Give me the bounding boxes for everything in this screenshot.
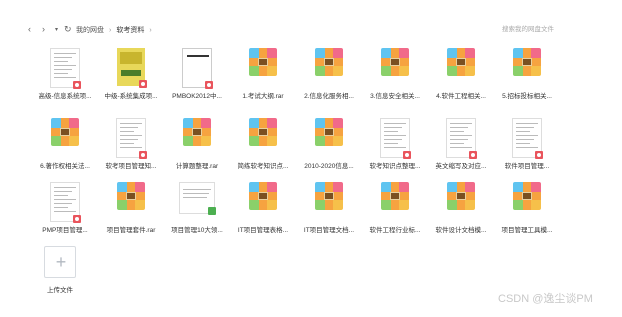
file-name: 计算题整理.rar	[175, 163, 219, 170]
breadcrumb-item-current-folder[interactable]: 软考资料	[116, 25, 144, 35]
file-name: 软考知识点整理...	[369, 163, 421, 170]
archive-icon	[249, 182, 277, 210]
breadcrumb-separator-icon: ›	[109, 26, 112, 34]
archive-icon	[315, 118, 343, 146]
file-item[interactable]: 项目管理10大领...	[166, 172, 228, 238]
upload-label: 上传文件	[47, 287, 73, 294]
file-name: 简练软考知识点...	[237, 163, 289, 170]
archive-icon	[249, 118, 277, 146]
file-name: IT项目管理表格...	[237, 227, 289, 234]
file-name: 6.著作权相关法...	[40, 163, 90, 170]
plus-icon: +	[55, 252, 67, 272]
document-thumbnail-icon	[50, 182, 81, 223]
file-name: 软件设计文档模...	[435, 227, 487, 234]
file-name: 2010-2020信息...	[304, 163, 354, 170]
archive-icon	[513, 48, 541, 76]
file-name: 4.软件工程相关...	[436, 93, 486, 100]
file-item[interactable]: 高级-信息系统项...	[34, 38, 96, 104]
file-item[interactable]: 项目管理工具模...	[496, 172, 558, 238]
archive-icon	[315, 182, 343, 210]
file-item[interactable]: 4.软件工程相关...	[430, 38, 492, 104]
file-item[interactable]: 2010-2020信息...	[298, 108, 360, 174]
file-item[interactable]: 软考知识点整理...	[364, 108, 426, 174]
refresh-icon[interactable]: ↻	[64, 24, 72, 35]
document-thumbnail-icon	[182, 48, 213, 89]
file-item[interactable]: 软件工程行业标...	[364, 172, 426, 238]
search-input[interactable]: 搜索我的网盘文件	[498, 23, 610, 37]
document-thumbnail-icon	[380, 118, 411, 159]
breadcrumb-item-my-drive[interactable]: 我的网盘	[76, 25, 104, 35]
file-item[interactable]: IT项目管理文档...	[298, 172, 360, 238]
file-item[interactable]: 软件设计文档模...	[430, 172, 492, 238]
archive-icon	[447, 48, 475, 76]
top-bar: ‹ › ▾ ↻ 我的网盘 › 软考资料 › 搜索我的网盘文件	[0, 0, 622, 36]
file-name: 中级-系统集成项...	[104, 93, 158, 100]
archive-icon	[117, 182, 145, 210]
archive-icon	[381, 48, 409, 76]
file-name: 英文缩写及对应...	[435, 163, 487, 170]
document-thumbnail-icon	[512, 118, 543, 159]
document-thumbnail-icon	[50, 48, 81, 89]
file-name: 高级-信息系统项...	[38, 93, 92, 100]
breadcrumb: 我的网盘 › 软考资料 ›	[76, 23, 476, 37]
file-item[interactable]: IT项目管理表格...	[232, 172, 294, 238]
file-name: IT项目管理文档...	[303, 227, 355, 234]
file-item[interactable]: 软件项目管理...	[496, 108, 558, 174]
spreadsheet-icon	[179, 182, 216, 215]
file-name: PMP项目管理...	[42, 227, 88, 234]
file-item[interactable]: 英文缩写及对应...	[430, 108, 492, 174]
back-arrow-icon[interactable]: ‹	[28, 24, 31, 34]
archive-icon	[513, 182, 541, 210]
file-name: 软件工程行业标...	[369, 227, 421, 234]
file-name: 软件项目管理...	[504, 163, 550, 170]
file-item[interactable]: 2.信息化服务相...	[298, 38, 360, 104]
document-thumbnail-icon	[116, 118, 147, 159]
archive-icon	[183, 118, 211, 146]
file-item[interactable]: PMP项目管理...	[34, 172, 96, 238]
archive-icon	[381, 182, 409, 210]
history-dropdown-icon[interactable]: ▾	[55, 26, 58, 33]
file-item[interactable]: 3.信息安全相关...	[364, 38, 426, 104]
file-item[interactable]: PMBOK2012中...	[166, 38, 228, 104]
archive-icon	[249, 48, 277, 76]
file-item[interactable]: 软考项目管理知...	[100, 108, 162, 174]
file-item[interactable]: 简练软考知识点...	[232, 108, 294, 174]
archive-icon	[447, 182, 475, 210]
document-thumbnail-icon	[446, 118, 477, 159]
file-item[interactable]: 项目管理套件.rar	[100, 172, 162, 238]
file-name: 3.信息安全相关...	[370, 93, 420, 100]
book-cover-icon	[117, 48, 147, 88]
breadcrumb-separator-icon: ›	[149, 26, 152, 34]
file-item[interactable]: 6.著作权相关法...	[34, 108, 96, 174]
upload-button[interactable]: +	[44, 246, 76, 278]
file-item[interactable]: 5.招标投标相关...	[496, 38, 558, 104]
file-name: 2.信息化服务相...	[304, 93, 354, 100]
file-name: PMBOK2012中...	[172, 93, 222, 100]
file-name: 1.考试大纲.rar	[242, 93, 284, 100]
file-name: 5.招标投标相关...	[502, 93, 552, 100]
file-item[interactable]: 中级-系统集成项...	[100, 38, 162, 104]
file-item[interactable]: 1.考试大纲.rar	[232, 38, 294, 104]
archive-icon	[315, 48, 343, 76]
file-name: 项目管理工具模...	[501, 227, 553, 234]
archive-icon	[51, 118, 79, 146]
file-name: 项目管理套件.rar	[106, 227, 156, 234]
file-name: 项目管理10大领...	[171, 227, 223, 234]
forward-arrow-icon[interactable]: ›	[42, 24, 45, 34]
file-item[interactable]: 计算题整理.rar	[166, 108, 228, 174]
file-name: 软考项目管理知...	[105, 163, 157, 170]
watermark: CSDN @逸尘谈PM	[498, 293, 593, 305]
